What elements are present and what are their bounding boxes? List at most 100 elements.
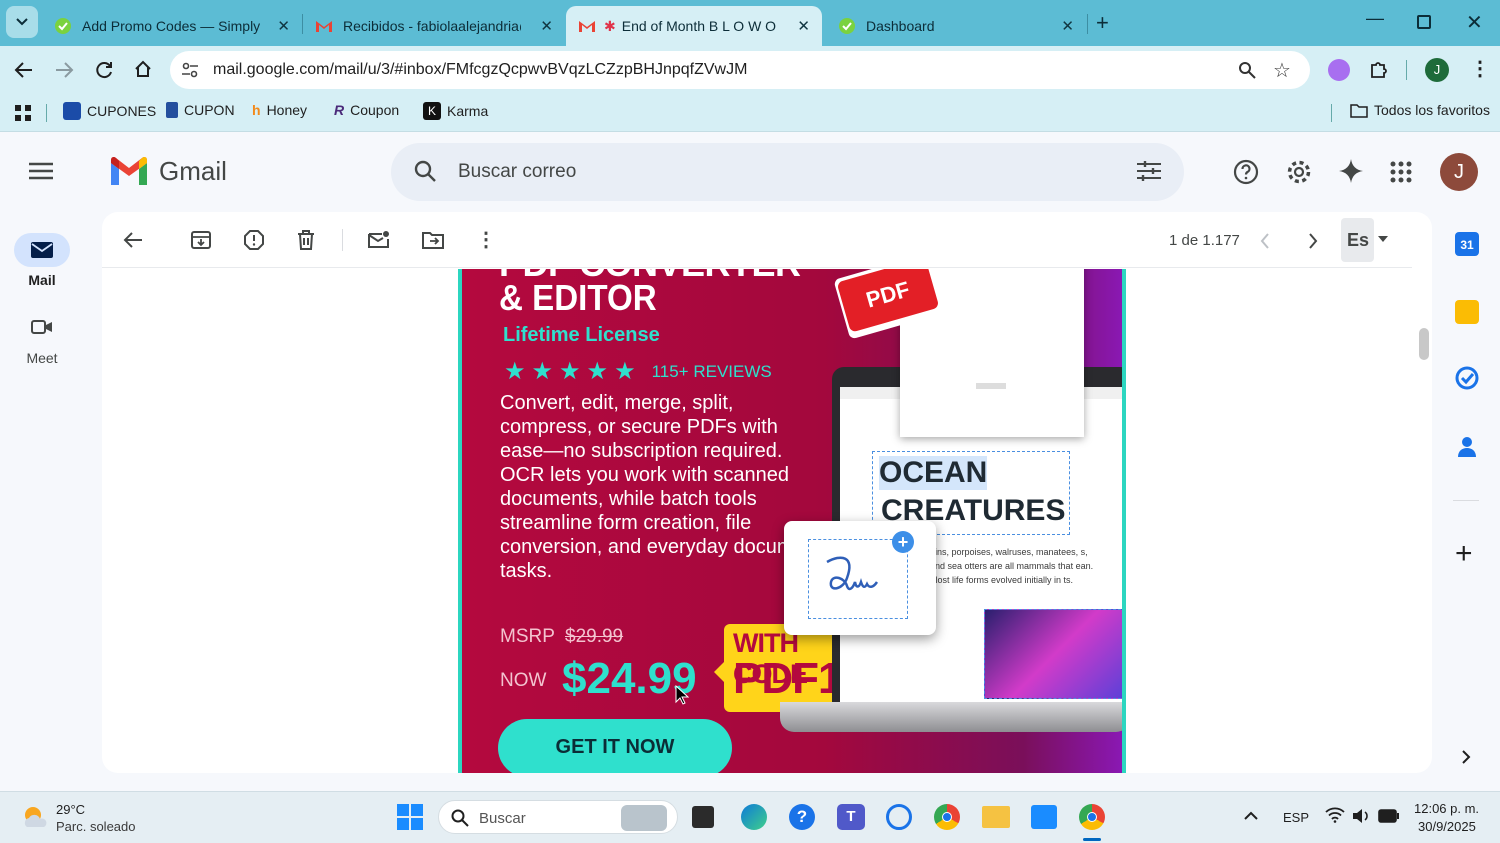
task-view-icon[interactable] (692, 806, 714, 828)
mail-search-bar[interactable]: Buscar correo (391, 143, 1184, 201)
code-box-pointer (714, 662, 724, 682)
weather-desc[interactable]: Parc. soleado (56, 819, 136, 834)
bookmark-label: CUPONES (87, 103, 157, 119)
doc-title-line1: OCEAN (879, 456, 988, 490)
snipping-tool-icon[interactable] (1031, 805, 1057, 829)
close-tab-icon[interactable]: ✕ (540, 17, 553, 35)
tab-recibidos[interactable]: Recibidos - fabiolaalejandria@g ✕ (303, 6, 565, 46)
wifi-icon[interactable] (1325, 807, 1345, 823)
older-chevron-icon[interactable] (1308, 233, 1318, 249)
taskbar-search-box[interactable]: Buscar (438, 800, 678, 834)
minimize-window-icon[interactable]: — (1366, 8, 1384, 29)
move-to-folder-icon[interactable] (422, 230, 444, 250)
extension-icon[interactable] (1328, 59, 1350, 81)
address-bar[interactable]: mail.google.com/mail/u/3/#inbox/FMfcgzQc… (170, 51, 1310, 89)
input-tools-button[interactable]: Es (1341, 218, 1374, 262)
profile-avatar[interactable]: J (1425, 58, 1449, 82)
report-spam-icon[interactable] (244, 230, 264, 250)
reviews-count: 115+ REVIEWS (651, 361, 772, 381)
msrp-price: $29.99 (565, 626, 624, 647)
video-icon[interactable] (31, 319, 53, 335)
gmail-logo[interactable]: Gmail (109, 156, 227, 187)
more-actions-icon[interactable]: ⋮ (476, 227, 496, 252)
back-to-inbox-icon[interactable] (123, 232, 143, 248)
settings-gear-icon[interactable] (1286, 159, 1312, 185)
tab-end-of-month[interactable]: ✱ End of Month B L O W O U ✕ (566, 6, 822, 46)
zoom-icon[interactable] (1238, 61, 1256, 79)
google-apps-icon[interactable] (1390, 161, 1412, 183)
clock-date[interactable]: 30/9/2025 (1418, 819, 1476, 834)
clock-time[interactable]: 12:06 p. m. (1414, 801, 1479, 816)
calendar-icon[interactable]: 31 (1455, 232, 1479, 256)
home-icon[interactable] (133, 59, 153, 79)
add-addon-plus-icon[interactable]: + (1455, 537, 1473, 571)
close-window-icon[interactable]: ✕ (1466, 10, 1483, 35)
bookmark-divider (1331, 104, 1332, 122)
url-text[interactable]: mail.google.com/mail/u/3/#inbox/FMfcgzQc… (213, 61, 747, 79)
bookmark-star-icon[interactable]: ☆ (1273, 58, 1291, 83)
delete-trash-icon[interactable] (297, 230, 315, 250)
teams-icon[interactable]: T (837, 804, 865, 830)
tab-simplycodes[interactable]: Add Promo Codes — SimplyCo ✕ (42, 6, 302, 46)
contacts-icon[interactable] (1455, 434, 1479, 458)
apps-grid-icon[interactable] (14, 104, 32, 122)
chrome-active-icon[interactable] (1079, 804, 1105, 830)
windows-start-icon[interactable] (397, 804, 423, 830)
forward-arrow-icon[interactable] (54, 60, 74, 80)
bookmark-coupon[interactable]: R Coupon (334, 102, 399, 118)
search-icon[interactable] (413, 159, 437, 183)
browser-menu-icon[interactable]: ⋮ (1470, 56, 1490, 81)
weather-sun-cloud-icon[interactable] (21, 803, 49, 831)
nav-mail-button[interactable] (14, 233, 70, 267)
side-panel-divider (1453, 500, 1479, 501)
archive-icon[interactable] (191, 230, 211, 250)
chrome-icon[interactable] (934, 804, 960, 830)
dialog-button (976, 383, 1006, 389)
bookmark-cupones[interactable]: CUPONES (63, 102, 156, 120)
battery-charging-icon[interactable] (1378, 809, 1400, 823)
nav-meet-label[interactable]: Meet (14, 350, 70, 366)
help-icon[interactable] (1233, 159, 1259, 185)
gemini-sparkle-icon[interactable] (1338, 158, 1364, 184)
reload-icon[interactable] (94, 60, 114, 80)
back-arrow-icon[interactable] (14, 60, 34, 80)
keep-icon[interactable] (1455, 300, 1479, 324)
mark-unread-icon[interactable] (368, 230, 390, 248)
expand-side-panel-icon[interactable] (1461, 750, 1471, 764)
search-options-icon[interactable] (1137, 160, 1161, 182)
nav-mail-label[interactable]: Mail (14, 272, 70, 288)
bookmark-honey[interactable]: h Honey (252, 102, 307, 118)
site-info-icon[interactable] (181, 61, 199, 79)
gmail-favicon-icon (316, 21, 332, 32)
bookmark-karma[interactable]: K Karma (423, 102, 488, 120)
search-highlight-image (621, 805, 667, 831)
restore-window-icon[interactable] (1417, 15, 1431, 29)
bookmark-cupon[interactable]: CUPON (166, 102, 235, 118)
tasks-icon[interactable] (1455, 366, 1479, 390)
account-avatar[interactable]: J (1440, 153, 1478, 191)
bookmark-favicon-icon (63, 102, 81, 120)
help-app-icon[interactable]: ? (789, 804, 815, 830)
tab-search-button[interactable] (6, 6, 38, 38)
edge-browser-icon[interactable] (741, 804, 767, 830)
extensions-puzzle-icon[interactable] (1368, 59, 1390, 81)
sparkle-icon: ✱ (604, 17, 616, 34)
close-tab-icon[interactable]: ✕ (1061, 17, 1074, 35)
new-tab-plus-icon[interactable]: + (1096, 10, 1109, 36)
get-it-now-button[interactable]: GET IT NOW (498, 719, 732, 773)
keyboard-language[interactable]: ESP (1283, 810, 1309, 825)
newer-chevron-icon[interactable] (1260, 233, 1270, 249)
dropdown-caret-icon[interactable] (1378, 236, 1388, 242)
file-explorer-icon[interactable] (982, 806, 1010, 828)
weather-temp[interactable]: 29°C (56, 802, 85, 817)
promo-headline: & EDITOR (499, 277, 657, 318)
all-bookmarks-button[interactable]: Todos los favoritos (1350, 102, 1490, 118)
main-menu-icon[interactable] (29, 162, 53, 180)
app-ring-icon[interactable] (886, 804, 912, 830)
show-hidden-icons-chevron-icon[interactable] (1244, 811, 1258, 820)
tab-dashboard[interactable]: Dashboard ✕ (826, 6, 1086, 46)
volume-icon[interactable] (1352, 808, 1370, 824)
scrollbar-thumb[interactable] (1419, 328, 1429, 360)
close-tab-icon[interactable]: ✕ (797, 17, 810, 35)
close-tab-icon[interactable]: ✕ (277, 17, 290, 35)
